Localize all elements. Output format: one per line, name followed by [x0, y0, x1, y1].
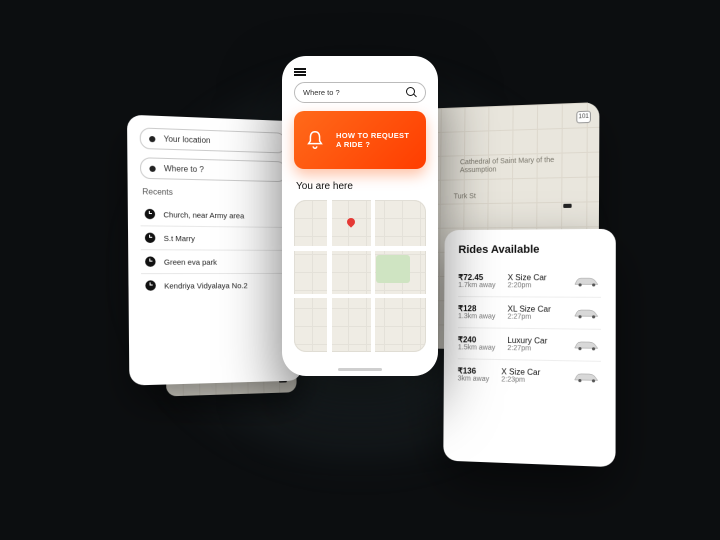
promo-line1: HOW TO REQUEST	[336, 131, 409, 140]
rides-title: Rides Available	[458, 243, 601, 256]
ride-option[interactable]: ₹128 1.3km away XL Size Car 2:27pm	[458, 297, 601, 330]
bell-icon	[304, 129, 326, 151]
search-destinations-card: Your location Where to ? Recents Church,…	[127, 115, 302, 386]
promo-line2: A RIDE ?	[336, 140, 409, 149]
car-icon	[572, 306, 601, 321]
where-to-label: Where to ?	[164, 164, 204, 174]
recent-label: S.t Marry	[164, 233, 195, 243]
ride-eta: 2:20pm	[508, 282, 572, 289]
car-icon	[572, 370, 601, 385]
ride-price: ₹72.45	[458, 273, 495, 282]
search-icon	[406, 87, 417, 98]
recent-label: Church, near Army area	[163, 210, 244, 220]
ride-eta: 2:27pm	[507, 345, 571, 353]
menu-icon[interactable]	[294, 68, 306, 76]
map-view[interactable]	[294, 200, 426, 352]
recent-label: Kendriya Vidyalaya No.2	[164, 281, 248, 291]
ride-option[interactable]: ₹240 1.5km away Luxury Car 2:27pm	[458, 328, 601, 362]
map-poi-label: Cathedral of Saint Mary of the Assumptio…	[460, 157, 562, 175]
car-icon	[572, 338, 601, 353]
promo-banner[interactable]: HOW TO REQUEST A RIDE ?	[294, 111, 426, 169]
car-icon	[572, 274, 601, 288]
clock-icon	[145, 233, 156, 243]
ride-eta: 2:27pm	[507, 314, 571, 322]
where-to-input[interactable]: Where to ?	[140, 157, 287, 182]
ride-option[interactable]: ₹136 3km away X Size Car 2:23pm	[458, 359, 601, 393]
recent-item[interactable]: Kendriya Vidyalaya No.2	[141, 274, 289, 297]
recent-item[interactable]: Church, near Army area	[140, 203, 288, 228]
recent-item[interactable]: S.t Marry	[141, 226, 289, 251]
recents-header: Recents	[142, 187, 287, 199]
phone-home-screen: Where to ? HOW TO REQUEST A RIDE ? You a…	[282, 56, 438, 376]
ride-distance: 1.3km away	[458, 313, 495, 320]
dot-icon	[149, 165, 155, 171]
rides-available-card: Rides Available ₹72.45 1.7km away X Size…	[443, 229, 616, 467]
highway-shield: 101	[576, 111, 591, 124]
ride-name: X Size Car	[508, 273, 572, 282]
clock-icon	[145, 256, 156, 266]
search-input[interactable]: Where to ?	[294, 82, 426, 103]
your-location-label: Your location	[164, 134, 211, 145]
car-marker	[563, 204, 571, 208]
search-placeholder: Where to ?	[303, 88, 340, 97]
recent-label: Green eva park	[164, 257, 217, 266]
map-street-label: Turk St	[454, 193, 476, 200]
your-location-input[interactable]: Your location	[140, 127, 287, 153]
ride-option[interactable]: ₹72.45 1.7km away X Size Car 2:20pm	[458, 266, 601, 298]
ride-distance: 3km away	[458, 375, 490, 383]
dot-icon	[149, 135, 155, 141]
ride-distance: 1.5km away	[458, 344, 495, 352]
recent-item[interactable]: Green eva park	[141, 250, 289, 274]
you-are-here-label: You are here	[296, 181, 424, 192]
ride-eta: 2:23pm	[501, 376, 571, 385]
ride-price: ₹128	[458, 304, 495, 313]
clock-icon	[145, 280, 156, 290]
clock-icon	[145, 209, 156, 219]
ride-distance: 1.7km away	[458, 282, 495, 289]
